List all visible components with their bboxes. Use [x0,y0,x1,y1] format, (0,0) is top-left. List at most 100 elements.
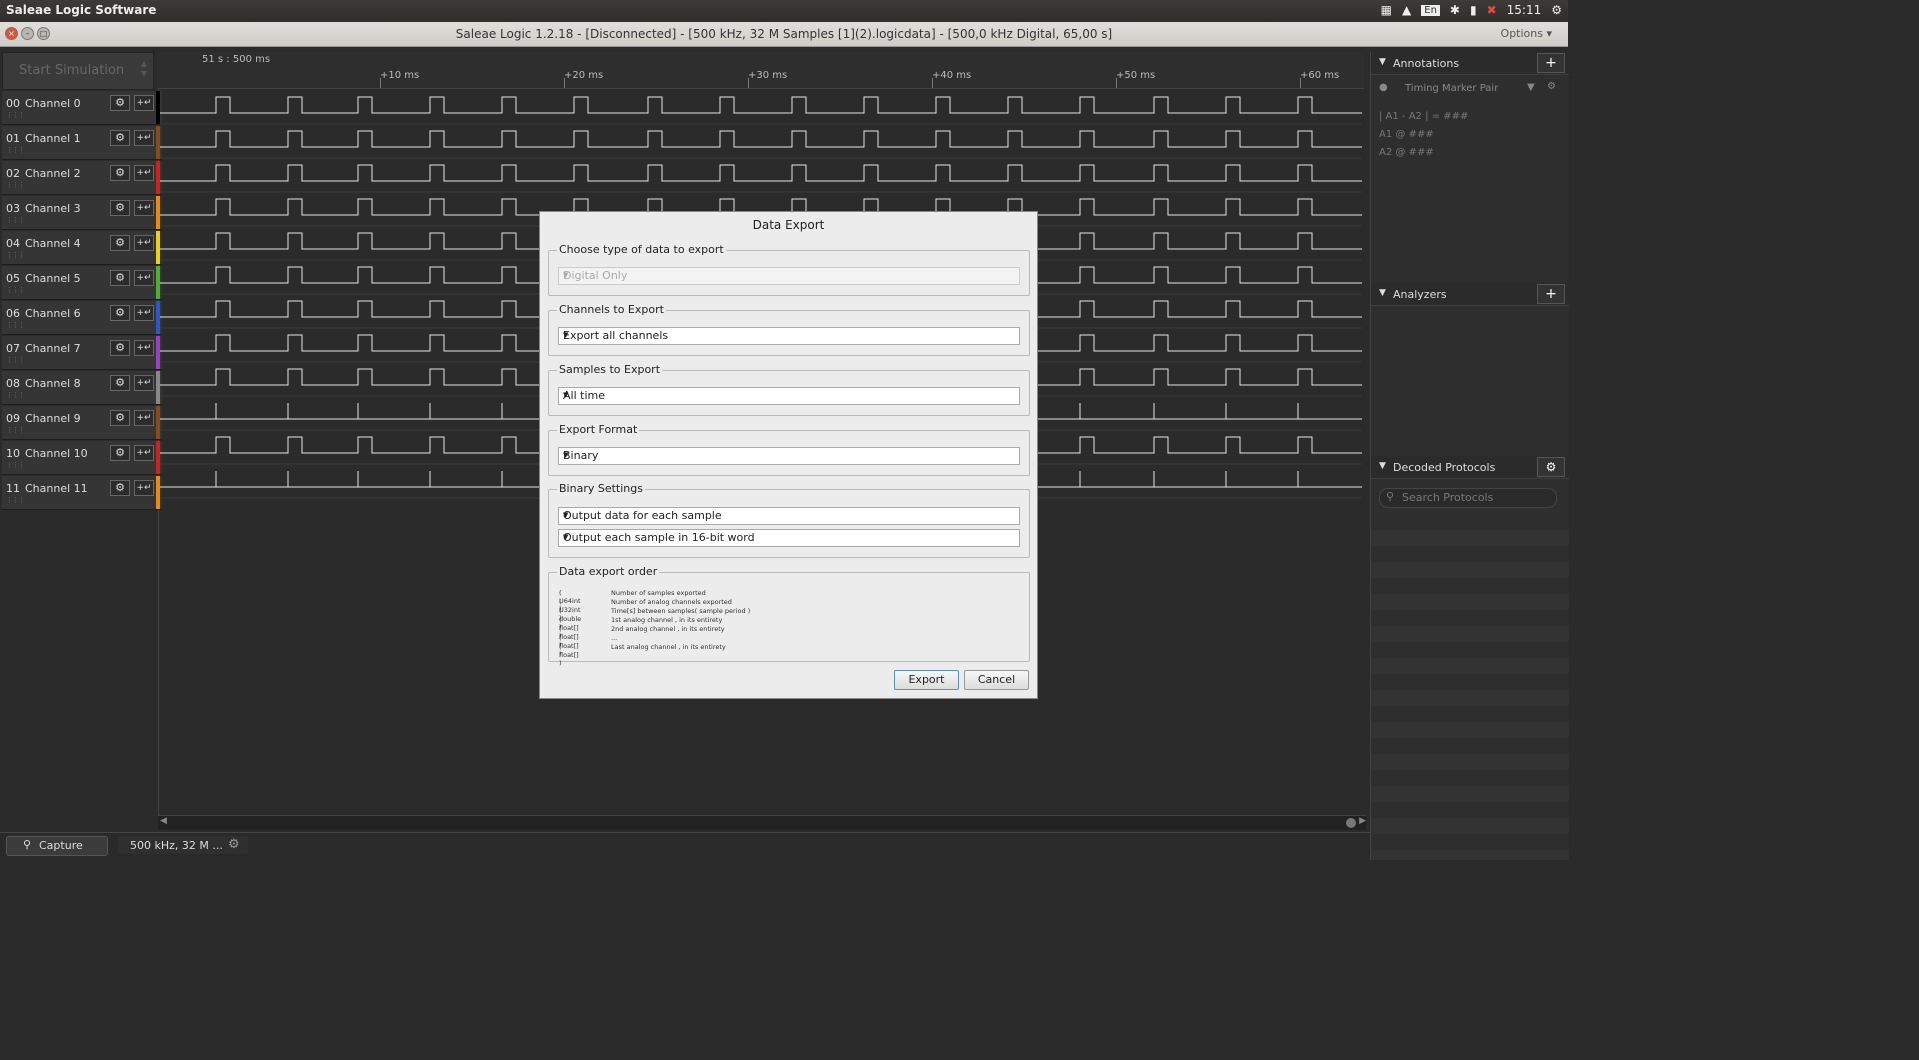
collapse-triangle-icon[interactable]: ▼ [1379,57,1386,67]
session-tab[interactable]: 500 kHz, 32 M ... ⚙ [118,836,248,854]
trigger-icon[interactable]: +↵ [134,270,154,286]
timing-marker-pair-row[interactable]: ● Timing Marker Pair ▼ ⚙ [1379,80,1563,100]
channel-row[interactable]: 10 ⋮⋮⋮ Channel 10 ⚙ +↵ [2,441,162,475]
trigger-icon[interactable]: +↵ [134,95,154,111]
annotations-header[interactable]: ▼ Annotations + [1371,52,1569,75]
channel-name[interactable]: Channel 4 [25,237,81,250]
horizontal-scrollbar[interactable]: ◀ ▶ [158,815,1366,830]
channel-gear-icon[interactable]: ⚙ [110,235,130,251]
channel-waveform[interactable] [160,164,1362,182]
channel-name[interactable]: Channel 0 [25,97,81,110]
spin-arrows-icon[interactable]: ▲ ▼ [141,59,147,79]
workspace-icon[interactable]: ▦ [1381,3,1392,17]
drag-handle-icon[interactable]: ⋮⋮⋮ [6,356,25,364]
bluetooth-icon[interactable]: ✱ [1450,3,1460,17]
trigger-icon[interactable]: +↵ [134,165,154,181]
scroll-thumb[interactable] [1346,818,1356,828]
scroll-right-arrow-icon[interactable]: ▶ [1359,816,1366,826]
channel-name[interactable]: Channel 3 [25,202,81,215]
drag-handle-icon[interactable]: ⋮⋮⋮ [6,391,25,399]
drag-handle-icon[interactable]: ⋮⋮⋮ [6,461,25,469]
drag-handle-icon[interactable]: ⋮⋮⋮ [6,496,25,504]
channel-name[interactable]: Channel 11 [25,482,88,495]
channel-gear-icon[interactable]: ⚙ [110,165,130,181]
channel-name[interactable]: Channel 7 [25,342,81,355]
options-menu[interactable]: Options ▾ [1501,27,1552,40]
channel-row[interactable]: 04 ⋮⋮⋮ Channel 4 ⚙ +↵ [2,231,162,265]
dropdown-triangle-icon[interactable]: ▼ [1527,82,1535,93]
search-protocols-input[interactable]: ⚲ Search Protocols [1379,488,1557,508]
drag-handle-icon[interactable]: ⋮⋮⋮ [6,426,25,434]
format-select[interactable]: Binary ▼ [558,447,1020,465]
session-gear-icon[interactable]: ⚙ [228,837,240,852]
decoded-protocols-gear-icon[interactable]: ⚙ [1537,457,1565,477]
channel-name[interactable]: Channel 2 [25,167,81,180]
drag-handle-icon[interactable]: ⋮⋮⋮ [6,181,25,189]
channel-row[interactable]: 01 ⋮⋮⋮ Channel 1 ⚙ +↵ [2,126,162,160]
channel-gear-icon[interactable]: ⚙ [110,200,130,216]
channel-gear-icon[interactable]: ⚙ [110,305,130,321]
drag-handle-icon[interactable]: ⋮⋮⋮ [6,111,25,119]
drag-handle-icon[interactable]: ⋮⋮⋮ [6,251,25,259]
channel-gear-icon[interactable]: ⚙ [110,95,130,111]
channel-row[interactable]: 11 ⋮⋮⋮ Channel 11 ⚙ +↵ [2,476,162,510]
channel-name[interactable]: Channel 1 [25,132,81,145]
channel-name[interactable]: Channel 8 [25,377,81,390]
collapse-triangle-icon[interactable]: ▼ [1379,461,1386,471]
drag-handle-icon[interactable]: ⋮⋮⋮ [6,286,25,294]
trigger-icon[interactable]: +↵ [134,200,154,216]
battery-icon[interactable]: ▮ [1470,3,1477,17]
time-ruler[interactable]: 51 s : 500 ms +10 ms +20 ms +30 ms +40 ms +5… [158,52,1364,89]
channel-row[interactable]: 07 ⋮⋮⋮ Channel 7 ⚙ +↵ [2,336,162,370]
channel-row[interactable]: 02 ⋮⋮⋮ Channel 2 ⚙ +↵ [2,161,162,195]
decoded-protocols-header[interactable]: ▼ Decoded Protocols ⚙ [1371,456,1569,479]
channel-row[interactable]: 03 ⋮⋮⋮ Channel 3 ⚙ +↵ [2,196,162,230]
trigger-icon[interactable]: +↵ [134,235,154,251]
channel-gear-icon[interactable]: ⚙ [110,340,130,356]
binary-sample-select[interactable]: Output data for each sample ▼ [558,507,1020,525]
binary-word-select[interactable]: Output each sample in 16-bit word ▼ [558,529,1020,547]
trigger-icon[interactable]: +↵ [134,445,154,461]
channel-row[interactable]: 09 ⋮⋮⋮ Channel 9 ⚙ +↵ [2,406,162,440]
trigger-icon[interactable]: +↵ [134,375,154,391]
channel-gear-icon[interactable]: ⚙ [110,410,130,426]
channel-gear-icon[interactable]: ⚙ [110,270,130,286]
timing-marker-gear-icon[interactable]: ⚙ [1547,81,1556,92]
analyzers-header[interactable]: ▼ Analyzers + [1371,283,1569,306]
channel-name[interactable]: Channel 10 [25,447,88,460]
trigger-icon[interactable]: +↵ [134,130,154,146]
drag-handle-icon[interactable]: ⋮⋮⋮ [6,146,25,154]
clock[interactable]: 15:11 [1507,3,1542,17]
channel-gear-icon[interactable]: ⚙ [110,480,130,496]
trigger-icon[interactable]: +↵ [134,305,154,321]
add-annotation-button[interactable]: + [1537,53,1565,73]
channel-waveform[interactable] [160,96,1362,114]
channel-row[interactable]: 05 ⋮⋮⋮ Channel 5 ⚙ +↵ [2,266,162,300]
channel-row[interactable]: 08 ⋮⋮⋮ Channel 8 ⚙ +↵ [2,371,162,405]
channel-row[interactable]: 06 ⋮⋮⋮ Channel 6 ⚙ +↵ [2,301,162,335]
scroll-left-arrow-icon[interactable]: ◀ [160,816,167,826]
channel-name[interactable]: Channel 6 [25,307,81,320]
export-button[interactable]: Export [894,670,959,690]
trigger-icon[interactable]: +↵ [134,340,154,356]
keyboard-layout-indicator[interactable]: En [1421,4,1440,16]
capture-tab[interactable]: ⚲ Capture [6,836,108,856]
cancel-button[interactable]: Cancel [964,670,1029,690]
drag-handle-icon[interactable]: ⋮⋮⋮ [6,216,25,224]
channel-gear-icon[interactable]: ⚙ [110,445,130,461]
channels-select[interactable]: Export all channels ▼ [558,327,1020,345]
channel-name[interactable]: Channel 5 [25,272,81,285]
start-simulation-button[interactable]: Start Simulation ▲ ▼ [2,52,154,90]
drag-handle-icon[interactable]: ⋮⋮⋮ [6,321,25,329]
trigger-icon[interactable]: +↵ [134,410,154,426]
volume-muted-icon[interactable]: ✖ [1487,3,1497,17]
channel-gear-icon[interactable]: ⚙ [110,375,130,391]
samples-select[interactable]: All time ▼ [558,387,1020,405]
wifi-icon[interactable]: ▲ [1402,3,1411,17]
settings-gear-icon[interactable]: ⚙ [1551,3,1562,17]
channel-name[interactable]: Channel 9 [25,412,81,425]
channel-waveform[interactable] [160,130,1362,148]
add-analyzer-button[interactable]: + [1537,284,1565,304]
trigger-icon[interactable]: +↵ [134,480,154,496]
channel-gear-icon[interactable]: ⚙ [110,130,130,146]
